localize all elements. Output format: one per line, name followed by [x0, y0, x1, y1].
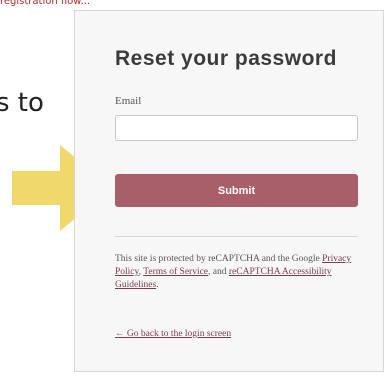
recaptcha-prefix-text: This site is protected by reCAPTCHA and … — [115, 254, 323, 264]
background-partial-text: s to — [0, 88, 44, 118]
recaptcha-notice: This site is protected by reCAPTCHA and … — [115, 253, 365, 292]
submit-button[interactable]: Submit — [115, 174, 358, 207]
email-field[interactable] — [115, 115, 358, 141]
reset-password-card: Reset your password Email Submit This si… — [74, 10, 384, 372]
terms-of-service-link[interactable]: Terms of Service — [143, 267, 208, 277]
period-text: . — [156, 280, 159, 290]
divider — [115, 236, 358, 237]
background-top-text: registration flow... — [0, 0, 91, 7]
back-to-login-link[interactable]: ← Go back to the login screen — [115, 329, 231, 339]
page-title: Reset your password — [115, 47, 337, 70]
and-text: , and — [208, 267, 229, 277]
email-label: Email — [115, 95, 142, 107]
